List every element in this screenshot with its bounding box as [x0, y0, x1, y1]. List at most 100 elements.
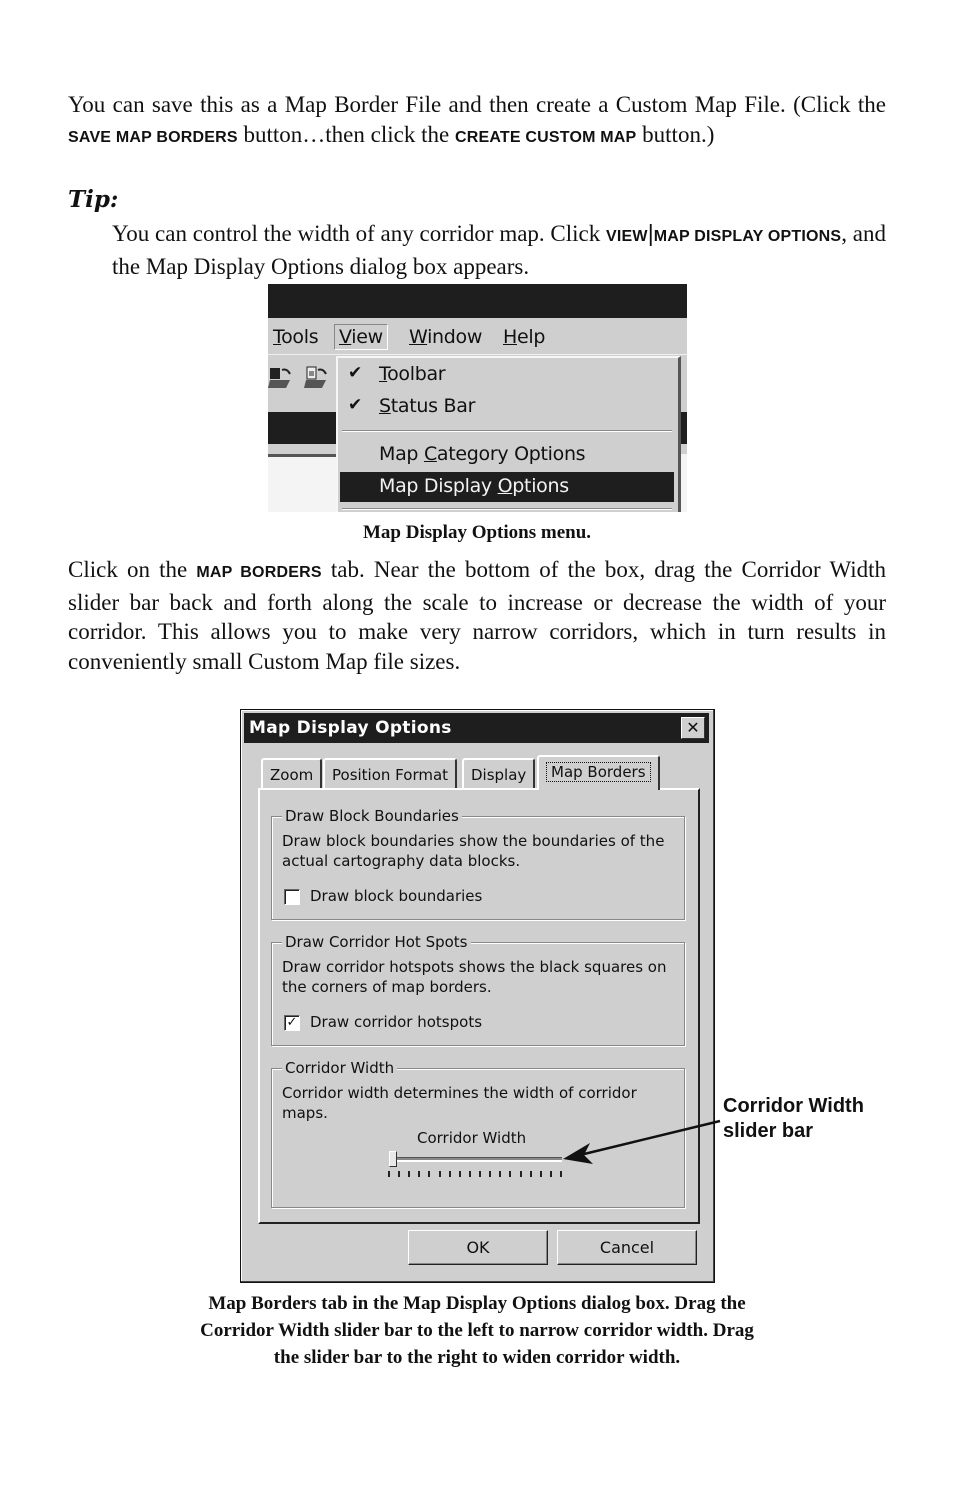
text-run: You can control the width of any corrido…: [112, 221, 607, 246]
checkmark-icon: ✔: [348, 395, 362, 415]
menu-separator: [342, 430, 672, 432]
slider-tick: [539, 1171, 542, 1177]
draw-corridor-hotspots-checkbox[interactable]: ✓: [284, 1015, 300, 1031]
tab-position-format[interactable]: Position Format: [323, 758, 458, 788]
instructions-paragraph: Click on the Map Borders tab. Near the b…: [68, 555, 886, 676]
slider-tick: [408, 1171, 411, 1177]
menu-item-label: Toolbar: [379, 363, 446, 385]
mnemonic: V: [339, 326, 352, 348]
ok-button[interactable]: OK: [408, 1230, 548, 1265]
tab-label: Map Borders: [546, 762, 651, 782]
group-description: Corridor width determines the width of c…: [282, 1084, 637, 1122]
label-rest: tatus Bar: [390, 395, 476, 417]
menu-item-map-category-options[interactable]: Map Category Options: [340, 440, 674, 470]
checkbox-label: Draw block boundaries: [310, 887, 483, 905]
mnemonic: H: [503, 326, 517, 348]
menu-item-label: Status Bar: [379, 395, 475, 417]
menu-item-status-bar[interactable]: ✔ Status Bar: [340, 392, 674, 422]
menu-label: indow: [427, 326, 483, 348]
menu-help[interactable]: Help: [498, 324, 550, 350]
menu-view[interactable]: View: [334, 324, 388, 350]
callout-line: Corridor Width: [723, 1095, 864, 1117]
checkbox-label: Draw corridor hotspots: [310, 1013, 483, 1031]
menu-item-toolbar[interactable]: ✔ Toolbar: [340, 360, 674, 390]
caption-line: Map Borders tab in the Map Display Optio…: [208, 1293, 746, 1314]
toolbar-save-map-icon[interactable]: [304, 364, 330, 390]
label-rest: ptions: [512, 475, 569, 497]
checkmark-icon: ✓: [286, 1015, 298, 1030]
label-rest: ategory Options: [436, 443, 586, 465]
corridor-width-slider-thumb[interactable]: [389, 1151, 397, 1167]
tab-zoom[interactable]: Zoom: [261, 758, 323, 788]
slider-tick: [418, 1171, 421, 1177]
map-display-options-ref: Map Display Options: [653, 228, 842, 245]
label-pre: Map Display: [379, 475, 498, 497]
toolbar-open-map-icon[interactable]: [268, 364, 294, 390]
slider-tick: [489, 1171, 492, 1177]
figure-caption-dialog: Map Borders tab in the Map Display Optio…: [68, 1290, 886, 1371]
mnemonic: C: [423, 443, 437, 465]
slider-tick: [479, 1171, 482, 1177]
slider-tick: [398, 1171, 401, 1177]
app-dark-band: [268, 412, 338, 444]
mnemonic: T: [379, 363, 388, 385]
slider-ticks: [388, 1171, 564, 1177]
caption-line: the slider bar to the right to widen cor…: [273, 1347, 681, 1368]
text-run: You can save this as a Map Border File a…: [68, 92, 886, 117]
group-legend: Draw Block Boundaries: [282, 807, 462, 825]
close-icon: ✕: [686, 718, 700, 737]
label-pre: Map: [379, 443, 424, 465]
callout-line: slider bar: [723, 1120, 814, 1142]
checkmark-icon: ✔: [348, 363, 362, 383]
cancel-button[interactable]: Cancel: [557, 1230, 697, 1265]
slider-tick: [448, 1171, 451, 1177]
group-legend: Draw Corridor Hot Spots: [282, 933, 471, 951]
dialog-titlebar: Map Display Options ✕: [244, 713, 709, 743]
menu-label: iew: [351, 326, 383, 348]
menu-separator: [342, 508, 672, 510]
map-borders-panel: Draw Block Boundaries Draw block boundar…: [258, 788, 700, 1224]
group-legend: Corridor Width: [282, 1059, 398, 1077]
menu-item-map-display-options[interactable]: Map Display Options: [340, 472, 674, 502]
tab-display[interactable]: Display: [462, 758, 536, 788]
corridor-width-slider-track[interactable]: [392, 1157, 562, 1162]
view-menu-ref: View: [606, 228, 648, 245]
dialog-title: Map Display Options: [249, 718, 452, 738]
menu-item-label: Map Category Options: [379, 443, 586, 465]
slider-tick: [560, 1171, 562, 1177]
menu-bar: Tools View Window Help: [268, 318, 687, 355]
group-description: Draw corridor hotspots shows the black s…: [282, 958, 667, 996]
map-borders-ref: Map Borders: [196, 564, 322, 581]
group-description: Draw block boundaries show the boundarie…: [282, 832, 665, 870]
menu-item-label: Map Display Options: [379, 475, 569, 497]
menu-label: elp: [517, 326, 546, 348]
menu-tools[interactable]: Tools: [268, 324, 323, 350]
slider-tick: [499, 1171, 502, 1177]
save-map-borders-ref: Save Map Borders: [68, 128, 238, 146]
draw-block-boundaries-checkbox[interactable]: [284, 889, 300, 905]
slider-tick: [438, 1171, 441, 1177]
menu-window[interactable]: Window: [404, 324, 487, 350]
slider-tick: [529, 1171, 532, 1177]
tip-paragraph: You can control the width of any corrido…: [112, 219, 886, 281]
mnemonic: T: [273, 326, 282, 348]
app-titlebar: [268, 284, 687, 318]
close-button[interactable]: ✕: [681, 717, 705, 739]
group-draw-corridor-hot-spots: Draw Corridor Hot Spots Draw corridor ho…: [271, 933, 685, 1046]
figure-caption-menu: Map Display Options menu.: [362, 522, 592, 543]
view-dropdown-menu: ✔ Toolbar ✔ Status Bar Map Category Opti…: [336, 356, 681, 512]
intro-paragraph: You can save this as a Map Border File a…: [68, 90, 886, 152]
slider-label: Corridor Width: [417, 1129, 527, 1147]
slider-tick: [428, 1171, 431, 1177]
group-corridor-width: Corridor Width Corridor width determines…: [271, 1059, 685, 1208]
slider-tick: [468, 1171, 471, 1177]
menu-screenshot: Tools View Window Help ✔ Toolbar ✔ Statu…: [268, 284, 687, 512]
tab-map-borders[interactable]: Map Borders: [537, 755, 660, 790]
group-draw-block-boundaries: Draw Block Boundaries Draw block boundar…: [271, 807, 685, 920]
slider-tick: [549, 1171, 552, 1177]
mnemonic: S: [379, 395, 391, 417]
text-run: button.): [636, 121, 715, 147]
text-run: button…then click the: [237, 121, 455, 147]
mnemonic: W: [409, 326, 428, 348]
slider-tick: [388, 1171, 390, 1177]
